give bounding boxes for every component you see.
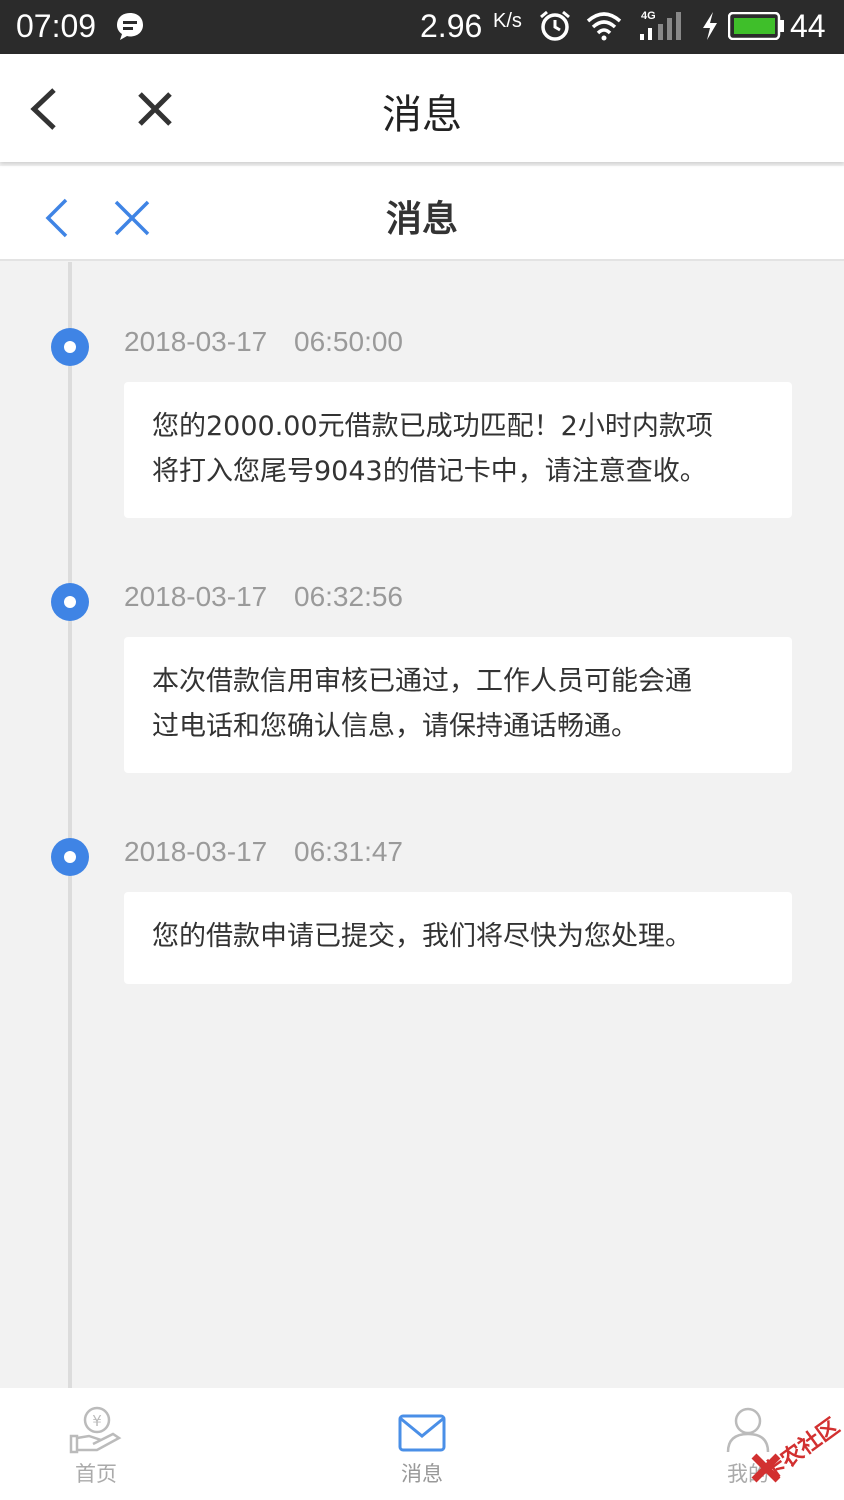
webview-header: 消息 <box>0 54 844 162</box>
webview-title: 消息 <box>382 92 462 138</box>
message-text-line: 过电话和您确认信息，请保持通话畅通。 <box>152 711 638 742</box>
message-card: 您的2000.00元借款已成功匹配！2小时内款项 将打入您尾号9043的借记卡中… <box>124 382 792 518</box>
svg-text:¥: ¥ <box>92 1412 102 1430</box>
message-card: 您的借款申请已提交，我们将尽快为您处理。 <box>124 892 792 984</box>
net-speed-unit: K/s <box>493 10 522 32</box>
message-date: 2018-03-17 <box>124 836 268 867</box>
message-time: 06:31:47 <box>294 836 403 867</box>
message-text-line: 将打入您尾号9043的借记卡中，请注意查收。 <box>152 456 707 487</box>
status-time: 07:09 <box>16 8 97 44</box>
wifi-icon <box>586 12 622 41</box>
page-header: 消息 <box>0 166 844 261</box>
message-date: 2018-03-17 <box>124 326 268 357</box>
message-card: 本次借款信用审核已通过，工作人员可能会通 过电话和您确认信息，请保持通话畅通。 <box>124 637 792 773</box>
signal-icon <box>640 12 681 40</box>
timeline-dot <box>51 583 89 621</box>
chat-bubble-icon <box>117 13 143 40</box>
status-bar: 07:09 2.96 K/s 4G 44 <box>0 0 844 54</box>
message-text-line: 本次借款信用审核已通过，工作人员可能会通 <box>152 666 692 697</box>
charging-bolt-icon <box>703 12 717 40</box>
tab-messages-label: 消息 <box>401 1462 443 1486</box>
home-hand-coin-icon: ¥ <box>69 1406 122 1454</box>
alarm-icon <box>540 10 570 41</box>
timeline-dot <box>51 328 89 366</box>
battery-icon <box>728 12 784 40</box>
message-date: 2018-03-17 <box>124 581 268 612</box>
message-time: 06:50:00 <box>294 326 403 357</box>
tab-home[interactable]: ¥ 首页 <box>36 1388 156 1500</box>
bottom-tab-bar: ¥ 首页 消息 我的 <box>0 1388 844 1500</box>
watermark-logo: 卡农社区 <box>742 1404 844 1494</box>
timeline-dot <box>51 838 89 876</box>
timeline-line <box>68 262 72 1388</box>
envelope-icon <box>398 1414 446 1452</box>
battery-level: 44 <box>790 8 826 44</box>
message-text-line: 您的2000.00元借款已成功匹配！2小时内款项 <box>152 411 713 442</box>
tab-messages[interactable]: 消息 <box>362 1388 482 1500</box>
page-title: 消息 <box>385 199 458 240</box>
net-speed: 2.96 <box>420 8 483 44</box>
tab-home-label: 首页 <box>75 1462 117 1486</box>
message-text-line: 您的借款申请已提交，我们将尽快为您处理。 <box>152 921 692 952</box>
message-time: 06:32:56 <box>294 581 403 612</box>
